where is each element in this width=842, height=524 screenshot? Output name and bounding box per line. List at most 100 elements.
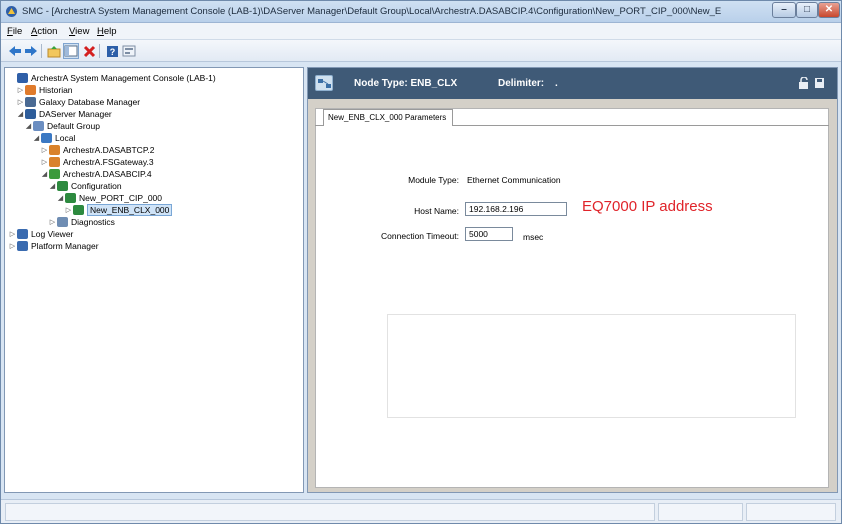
daserver-icon bbox=[49, 145, 60, 155]
tree-item[interactable]: ▷ New_ENB_CLX_000 bbox=[64, 204, 173, 216]
tree-expander-icon[interactable]: ▷ bbox=[48, 218, 57, 226]
delimiter-value: . bbox=[555, 78, 558, 89]
console-tree[interactable]: ArchestrA System Management Console (LAB… bbox=[4, 67, 304, 493]
tree-expander-icon[interactable]: ◢ bbox=[16, 110, 25, 118]
tree-expander-icon[interactable]: ▷ bbox=[8, 230, 17, 238]
toolbar-separator bbox=[41, 44, 42, 58]
properties-button[interactable] bbox=[121, 43, 137, 59]
node-type-icon bbox=[315, 75, 333, 91]
tree-expander-icon[interactable]: ▷ bbox=[16, 98, 25, 106]
network-node-icon bbox=[318, 79, 331, 88]
tree-item[interactable]: ▷ Historian bbox=[16, 84, 73, 96]
status-bar bbox=[1, 499, 841, 523]
menu-help-label: elp bbox=[103, 26, 117, 37]
show-hide-tree-button[interactable] bbox=[63, 43, 79, 59]
title-bar[interactable]: SMC - [ArchestrA System Management Conso… bbox=[1, 1, 841, 23]
module-type-value: Ethernet Communication bbox=[467, 175, 561, 185]
tree-item[interactable]: ▷ Log Viewer bbox=[8, 228, 73, 240]
unlock-icon[interactable] bbox=[798, 77, 809, 89]
tree-item-label: Local bbox=[55, 133, 76, 143]
group-icon bbox=[33, 121, 44, 131]
diagnostics-icon bbox=[57, 217, 68, 227]
tree-expander-icon[interactable]: ▷ bbox=[40, 146, 49, 154]
tab-parameters[interactable]: New_ENB_CLX_000 Parameters bbox=[323, 109, 454, 126]
tree-item[interactable]: ArchestrA System Management Console (LAB… bbox=[8, 72, 216, 84]
tree-item-label: Historian bbox=[39, 85, 73, 95]
tree-item-label: New_ENB_CLX_000 bbox=[87, 204, 173, 216]
help-icon: ? bbox=[106, 45, 118, 57]
platform-manager-icon bbox=[17, 241, 28, 251]
toolbar-separator bbox=[99, 44, 100, 58]
tree-item[interactable]: ▷ ArchestrA.FSGateway.3 bbox=[40, 156, 154, 168]
help-button[interactable]: ? bbox=[104, 43, 120, 59]
daserver-active-icon bbox=[49, 169, 60, 179]
smc-app-icon bbox=[6, 6, 17, 17]
tree-item-label: DAServer Manager bbox=[39, 109, 112, 119]
status-cell-3 bbox=[746, 503, 836, 521]
tree-item[interactable]: ▷ ArchestrA.DASABTCP.2 bbox=[40, 144, 155, 156]
tree-item[interactable]: ▷ Galaxy Database Manager bbox=[16, 96, 140, 108]
ip-address-annotation: EQ7000 IP address bbox=[582, 198, 713, 215]
node-icon bbox=[73, 205, 84, 215]
tree-expander-icon[interactable]: ▷ bbox=[16, 86, 25, 94]
properties-icon bbox=[122, 45, 136, 57]
up-level-button[interactable] bbox=[46, 43, 62, 59]
menu-view[interactable]: View bbox=[69, 26, 89, 37]
node-header: Node Type: ENB_CLX Delimiter: . bbox=[308, 68, 837, 99]
tree-item-label: Diagnostics bbox=[71, 217, 115, 227]
delete-button[interactable] bbox=[81, 43, 97, 59]
delete-icon bbox=[83, 45, 95, 57]
tree-item[interactable]: ◢ ArchestrA.DASABCIP.4 bbox=[40, 168, 152, 180]
tree-item[interactable]: ▷ Platform Manager bbox=[8, 240, 99, 252]
menu-help[interactable]: Help bbox=[97, 26, 117, 37]
status-cell-main bbox=[5, 503, 655, 521]
daserver-manager-icon bbox=[25, 109, 36, 119]
tree-item[interactable]: ◢ Local bbox=[32, 132, 75, 144]
svg-text:?: ? bbox=[109, 47, 115, 57]
host-name-input[interactable]: 192.168.2.196 bbox=[465, 202, 567, 216]
minimize-button[interactable]: – bbox=[772, 2, 796, 18]
minimize-icon: – bbox=[781, 4, 787, 15]
menu-file[interactable]: File bbox=[7, 26, 22, 37]
menu-bar: File Action View Help bbox=[1, 23, 841, 40]
tree-expander-icon[interactable]: ◢ bbox=[40, 170, 49, 178]
tree-item-label: ArchestrA.FSGateway.3 bbox=[63, 157, 154, 167]
smc-root-icon bbox=[17, 73, 28, 83]
tree-item-label: ArchestrA.DASABCIP.4 bbox=[63, 169, 152, 179]
tree-item[interactable]: ◢ Configuration bbox=[48, 180, 122, 192]
back-arrow-icon bbox=[9, 46, 21, 56]
close-button[interactable]: ✕ bbox=[818, 2, 840, 18]
connection-timeout-input[interactable]: 5000 bbox=[465, 227, 513, 241]
node-type-label: Node Type: ENB_CLX bbox=[354, 78, 458, 89]
maximize-button[interactable]: □ bbox=[796, 2, 818, 18]
tree-item[interactable]: ◢ Default Group bbox=[24, 120, 100, 132]
menu-view-label: iew bbox=[75, 26, 90, 37]
save-icon[interactable] bbox=[814, 77, 825, 89]
tree-item[interactable]: ▷ Diagnostics bbox=[48, 216, 115, 228]
daserver-icon bbox=[49, 157, 60, 167]
forward-button[interactable] bbox=[23, 43, 39, 59]
tree-item-label: Default Group bbox=[47, 121, 100, 131]
tree-item[interactable]: ◢ New_PORT_CIP_000 bbox=[56, 192, 162, 204]
tree-expander-icon[interactable]: ◢ bbox=[32, 134, 41, 142]
tree-expander-icon[interactable]: ▷ bbox=[8, 242, 17, 250]
menu-action[interactable]: Action bbox=[31, 26, 57, 37]
smc-window: SMC - [ArchestrA System Management Conso… bbox=[0, 0, 842, 524]
forward-arrow-icon bbox=[25, 46, 37, 56]
show-hide-tree-icon bbox=[64, 45, 78, 57]
description-box bbox=[387, 314, 796, 418]
tree-expander-icon[interactable]: ◢ bbox=[56, 194, 65, 202]
parameters-panel bbox=[315, 108, 829, 488]
host-name-label: Host Name: bbox=[414, 206, 459, 216]
close-icon: ✕ bbox=[824, 4, 834, 15]
log-viewer-icon bbox=[17, 229, 28, 239]
tree-item[interactable]: ◢ DAServer Manager bbox=[16, 108, 112, 120]
tree-expander-icon[interactable]: ◢ bbox=[24, 122, 33, 130]
tree-expander-icon[interactable]: ◢ bbox=[48, 182, 57, 190]
back-button[interactable] bbox=[7, 43, 23, 59]
tree-expander-icon[interactable]: ▷ bbox=[40, 158, 49, 166]
up-folder-icon bbox=[47, 45, 61, 57]
tree-item-label: Platform Manager bbox=[31, 241, 99, 251]
delimiter-label: Delimiter: bbox=[498, 78, 545, 89]
tree-expander-icon[interactable]: ▷ bbox=[64, 206, 73, 214]
